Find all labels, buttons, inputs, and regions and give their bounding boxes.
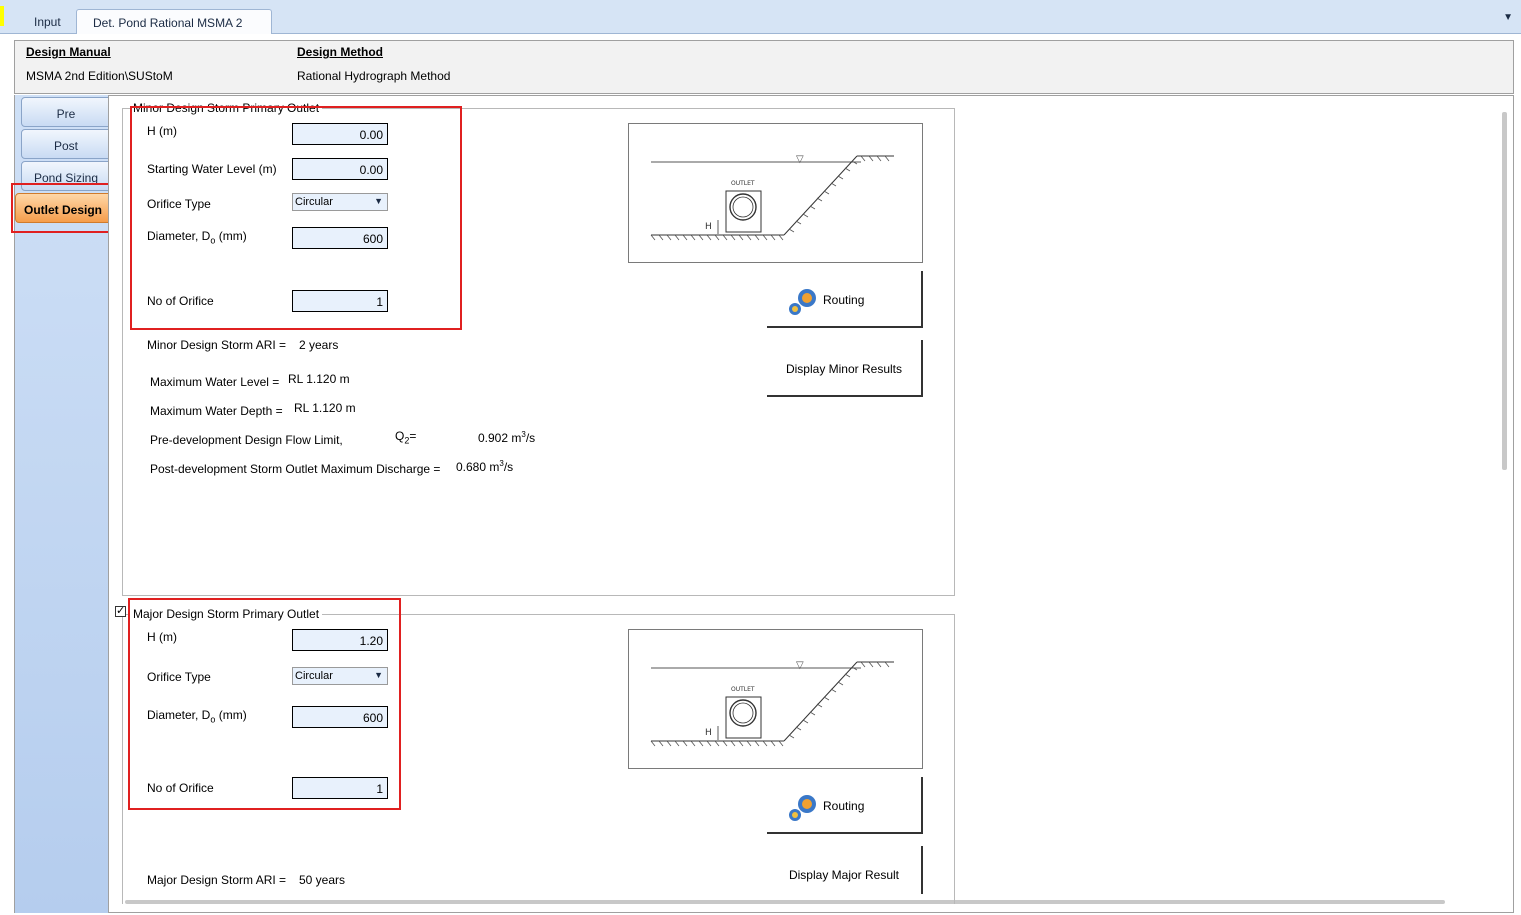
design-manual-heading: Design Manual — [26, 45, 111, 59]
minor-postdev-value: 0.680 m3/s — [456, 459, 514, 474]
major-routing-label: Routing — [823, 799, 865, 813]
major-ari-value: 50 years — [299, 873, 346, 887]
yellow-marker — [0, 6, 4, 26]
minor-routing-button[interactable]: Routing — [767, 271, 923, 328]
gear-icon — [789, 289, 816, 315]
design-manual-value: MSMA 2nd Edition\SUStoM — [26, 69, 173, 83]
tab-det-pond-rational[interactable]: Det. Pond Rational MSMA 2 — [76, 9, 272, 34]
minor-max-wl-value: RL 1.120 m — [288, 372, 350, 386]
major-routing-button[interactable]: Routing — [767, 777, 923, 834]
minor-postdev-label: Post-development Storm Outlet Maximum Di… — [150, 462, 441, 476]
minor-outlet-diagram: ▽ OUTLET H — [628, 123, 923, 263]
major-outlet-checkbox[interactable]: ✓ — [115, 606, 126, 617]
highlight-box-outlet-tab — [11, 183, 112, 233]
design-method-value: Rational Hydrograph Method — [297, 69, 451, 83]
outlet-schematic-svg: ▽ OUTLET H — [650, 154, 894, 241]
svg-text:H: H — [705, 728, 712, 738]
minor-max-wd-label: Maximum Water Depth = — [150, 404, 283, 418]
highlight-box-major-inputs — [128, 598, 401, 810]
side-tab-pre[interactable]: Pre — [21, 97, 111, 127]
minor-ari-value: 2 years — [299, 338, 339, 352]
display-minor-results-label: Display Minor Results — [785, 362, 903, 376]
tab-dropdown-icon[interactable]: ▼ — [1503, 12, 1513, 23]
minor-max-wd-value: RL 1.120 m — [294, 401, 356, 415]
app-window: Input Det. Pond Rational MSMA 2 ▼ Design… — [0, 0, 1521, 915]
svg-text:OUTLET: OUTLET — [731, 686, 755, 693]
major-outlet-diagram: ▽ OUTLET H — [628, 629, 923, 769]
svg-text:▽: ▽ — [796, 660, 804, 671]
minor-max-wl-label: Maximum Water Level = — [150, 375, 280, 389]
svg-text:H: H — [705, 222, 712, 232]
tab-input[interactable]: Input — [22, 9, 76, 34]
minor-predev-value: 0.902 m3/s — [478, 430, 536, 445]
minor-routing-label: Routing — [823, 293, 865, 307]
minor-predev-label: Pre-development Design Flow Limit, — [150, 433, 343, 447]
minor-ari-label: Minor Design Storm ARI = — [147, 338, 287, 352]
highlight-box-minor-inputs — [130, 106, 462, 330]
display-minor-results-button[interactable]: Display Minor Results — [767, 340, 923, 397]
document-tab-strip: Input Det. Pond Rational MSMA 2 ▼ — [0, 0, 1521, 34]
display-major-result-label: Display Major Result — [788, 868, 900, 882]
vertical-scrollbar[interactable] — [1502, 112, 1507, 470]
svg-text:OUTLET: OUTLET — [731, 180, 755, 187]
side-tab-post[interactable]: Post — [21, 129, 111, 159]
design-info-header: Design Manual MSMA 2nd Edition\SUStoM De… — [14, 40, 1514, 94]
major-ari-label: Major Design Storm ARI = — [147, 873, 287, 887]
design-method-heading: Design Method — [297, 45, 383, 59]
display-major-result-button[interactable]: Display Major Result — [767, 846, 923, 894]
gear-icon — [789, 795, 816, 821]
minor-q2-symbol: Q2= — [395, 429, 417, 446]
svg-text:▽: ▽ — [796, 154, 804, 165]
outlet-schematic-svg: ▽ OUTLET H — [650, 660, 894, 747]
